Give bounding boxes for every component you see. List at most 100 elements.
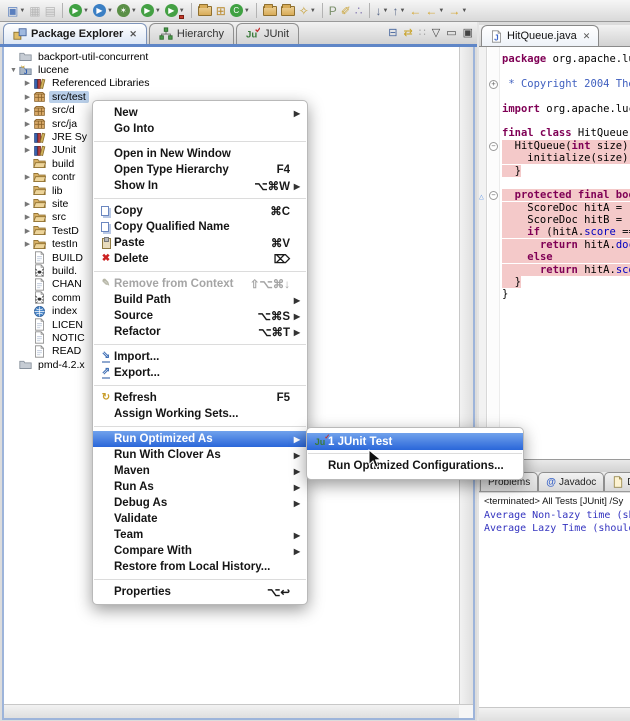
tab-junit[interactable]: JUnit [236,23,299,44]
console-view[interactable]: <terminated> All Tests [JUnit] /Sy Avera… [479,493,630,707]
dropdown-arrow-icon[interactable]: ▼ [19,8,25,14]
menu-item-build-path[interactable]: Build Path▶ [93,292,307,308]
disclosure-collapsed-icon[interactable]: ▶ [22,173,33,181]
tree-horizontal-scrollbar[interactable] [4,704,459,718]
menu-item-delete[interactable]: ✖Delete⌦ [93,251,307,267]
menu-item-copy[interactable]: Copy⌘C [93,203,307,219]
back-button[interactable]: ←▼ [423,2,446,20]
menu-item-assign-working-sets[interactable]: Assign Working Sets... [93,406,307,422]
disclosure-collapsed-icon[interactable]: ▶ [22,146,33,154]
menu-item-import[interactable]: ⇘Import... [93,349,307,365]
menu-item-paste[interactable]: Paste⌘V [93,235,307,251]
dropdown-arrow-icon[interactable]: ▼ [244,8,250,14]
disclosure-collapsed-icon[interactable]: ▶ [22,227,33,235]
new-wizard-button[interactable]: ▣▼ [5,2,27,20]
menu-item-source[interactable]: Source⌥⌘S▶ [93,308,307,324]
menu-item-maven[interactable]: Maven▶ [93,463,307,479]
maximize-icon[interactable]: ▣ [463,26,473,39]
menu-item-remove-from-context[interactable]: ✎Remove from Context⇧⌥⌘↓ [93,276,307,292]
dropdown-arrow-icon[interactable]: ▼ [461,8,467,14]
code-editor[interactable]: package org.apache.luc+ * Copyright 2004… [479,47,630,459]
tree-vertical-scrollbar[interactable] [459,47,473,704]
view-extra-icon[interactable]: ∷ [419,26,426,39]
menu-item-export[interactable]: ⇗Export... [93,365,307,381]
disclosure-collapsed-icon[interactable]: ▶ [22,79,33,87]
close-icon[interactable]: ✕ [583,31,591,42]
dropdown-arrow-icon[interactable]: ▼ [383,8,389,14]
debug-button[interactable]: ✶▼ [115,2,139,20]
occurrences-button[interactable]: ∴ [353,2,365,20]
disclosure-collapsed-icon[interactable]: ▶ [22,240,33,248]
tree-item-backport-util-concurrent[interactable]: backport-util-concurrent [4,50,459,63]
menu-item-restore-from-local-history[interactable]: Restore from Local History... [93,559,307,575]
menu-item-run-with-clover-as[interactable]: Run With Clover As▶ [93,447,307,463]
menu-item-compare-with[interactable]: Compare With▶ [93,543,307,559]
forward-button[interactable]: →▼ [446,2,469,20]
menu-item-show-in[interactable]: Show In⌥⌘W▶ [93,178,307,194]
link-with-editor-icon[interactable]: ⇄ [404,26,413,39]
dropdown-arrow-icon[interactable]: ▼ [179,8,185,14]
disclosure-collapsed-icon[interactable]: ▶ [22,133,33,141]
previous-annotation-button[interactable]: ↑▼ [390,2,407,20]
menu-item-open-type-hierarchy[interactable]: Open Type HierarchyF4 [93,162,307,178]
menu-item-refresh[interactable]: ↻RefreshF5 [93,390,307,406]
menu-item-run-as[interactable]: Run As▶ [93,479,307,495]
dropdown-arrow-icon[interactable]: ▼ [438,8,444,14]
disclosure-collapsed-icon[interactable]: ▶ [22,93,33,101]
toggle-mark-occurrences-button[interactable]: P [327,2,339,20]
fold-plus-icon[interactable]: + [489,80,498,89]
next-annotation-button[interactable]: ↓▼ [374,2,391,20]
dropdown-arrow-icon[interactable]: ▼ [155,8,161,14]
close-icon[interactable]: ✕ [129,29,137,40]
menu-item-run-optimized-as[interactable]: Run Optimized As▶ [93,431,307,447]
new-java-class-button[interactable]: C▼ [228,2,252,20]
menu-item-open-in-new-window[interactable]: Open in New Window [93,146,307,162]
run-profile-button[interactable]: ▶▼ [91,2,115,20]
view-menu-icon[interactable]: ▽ [432,26,440,39]
tree-item-lucene[interactable]: ▼lucene [4,63,459,76]
fold-minus-icon[interactable]: − [489,142,498,151]
open-resource-button[interactable] [261,2,279,20]
menu-item-debug-as[interactable]: Debug As▶ [93,495,307,511]
last-edit-location-button[interactable]: ← [407,2,423,20]
tab-declaration[interactable]: Declaration [604,472,630,491]
disclosure-collapsed-icon[interactable]: ▶ [22,200,33,208]
save-button[interactable]: ▦ [27,2,42,20]
new-java-package-button[interactable]: ⊞ [214,2,228,20]
dropdown-arrow-icon[interactable]: ▼ [83,8,89,14]
run-coverage-button[interactable]: ▶▼ [67,2,91,20]
collapse-all-icon[interactable]: ⊟ [388,26,397,39]
dropdown-arrow-icon[interactable]: ▼ [131,8,137,14]
submenu-item-1-junit-test[interactable]: Ju1 JUnit Test [307,433,523,450]
dropdown-arrow-icon[interactable]: ▼ [310,8,316,14]
sweep-annotations-button[interactable]: ✐ [339,2,353,20]
disclosure-collapsed-icon[interactable]: ▶ [22,120,33,128]
menu-item-validate[interactable]: Validate [93,511,307,527]
print-button[interactable]: ▤ [43,2,58,20]
submenu-item-run-optimized-configurations[interactable]: Run Optimized Configurations... [307,457,523,474]
external-tools-button[interactable]: ▶▼ [163,2,187,20]
disclosure-collapsed-icon[interactable]: ▶ [22,213,33,221]
fold-minus-icon[interactable]: − [489,191,498,200]
tree-item-referenced-libraries[interactable]: ▶Referenced Libraries [4,77,459,90]
menu-item-new[interactable]: New▶ [93,105,307,121]
search-button[interactable]: ✧▼ [297,2,318,20]
menu-item-refactor[interactable]: Refactor⌥⌘T▶ [93,324,307,340]
menu-item-properties[interactable]: Properties⌥↩ [93,584,307,600]
disclosure-collapsed-icon[interactable]: ▶ [22,106,33,114]
menu-item-copy-qualified-name[interactable]: Copy Qualified Name [93,219,307,235]
dropdown-arrow-icon[interactable]: ▼ [107,8,113,14]
new-java-project-button[interactable] [196,2,214,20]
tab-hierarchy[interactable]: Hierarchy [149,23,234,44]
minimize-icon[interactable]: ▭ [446,26,456,39]
disclosure-expanded-icon[interactable]: ▼ [8,67,19,74]
menu-item-go-into[interactable]: Go Into [93,121,307,137]
console-horizontal-scrollbar[interactable] [479,707,630,721]
tab-javadoc[interactable]: @ Javadoc [538,472,604,491]
tab-hitqueue-java[interactable]: HitQueue.java ✕ [481,25,599,46]
menu-item-team[interactable]: Team▶ [93,527,307,543]
run-button[interactable]: ▶▼ [139,2,163,20]
dropdown-arrow-icon[interactable]: ▼ [399,8,405,14]
open-project-button[interactable] [279,2,297,20]
tab-package-explorer[interactable]: Package Explorer ✕ [3,23,147,44]
